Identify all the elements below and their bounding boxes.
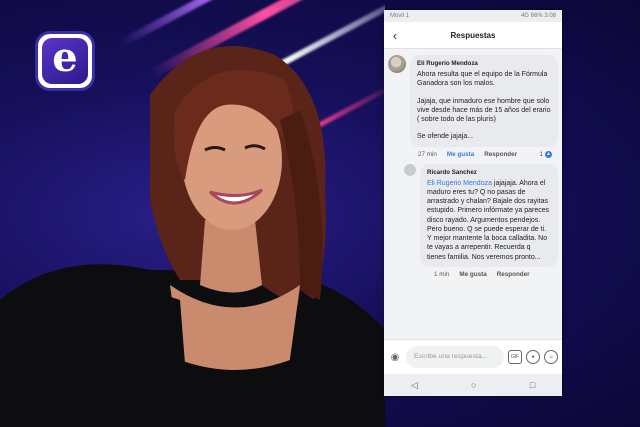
status-bar: Movil 1 4G 66% 3:08 xyxy=(384,10,562,22)
reply-button[interactable]: Responder xyxy=(484,151,517,158)
mention-link[interactable]: Eli Rugerio Mendoza xyxy=(427,180,492,187)
like-reaction-icon: ▲ xyxy=(545,150,552,158)
comment-text: Ahora resulta que el equipo de la Fórmul… xyxy=(417,71,548,88)
phone-screenshot: Movil 1 4G 66% 3:08 ‹ Respuestas Eli Rug… xyxy=(384,10,562,396)
reply-composer: ◉ Escribe una respuesta... GIF ● ☺ xyxy=(384,339,562,374)
comment-bubble: Eli Rugerio Mendoza Ahora resulta que el… xyxy=(410,55,558,147)
app-header: ‹ Respuestas xyxy=(384,22,562,49)
comment-text: Jajaja, que inmaduro ese hombre que solo… xyxy=(417,97,551,124)
reply-button[interactable]: Responder xyxy=(497,271,530,278)
reply-input[interactable]: Escribe una respuesta... xyxy=(406,346,504,368)
nav-home-icon[interactable]: ○ xyxy=(471,380,476,390)
comment-actions: 27 min Me gusta Responder 1 ▲ xyxy=(388,150,558,158)
comment-thread: Eli Rugerio Mendoza Ahora resulta que el… xyxy=(384,49,562,278)
reaction-number: 1 xyxy=(539,150,543,158)
avatar[interactable] xyxy=(388,55,406,73)
logo-letter: e xyxy=(42,38,88,84)
comment-author[interactable]: Ricardo Sanchez xyxy=(427,169,551,177)
background-photo: e xyxy=(0,0,385,427)
comment: Eli Rugerio Mendoza Ahora resulta que el… xyxy=(388,55,558,147)
arrow-left-icon[interactable]: ‹ xyxy=(384,28,406,43)
comment: Ricardo Sanchez Eli Rugerio Mendoza jaja… xyxy=(388,163,558,267)
comment-actions: 1 min Me gusta Responder xyxy=(388,271,558,278)
emoji-icon[interactable]: ☺ xyxy=(544,350,558,364)
like-button[interactable]: Me gusta xyxy=(459,271,486,278)
gif-icon[interactable]: GIF xyxy=(508,350,522,364)
like-button[interactable]: Me gusta xyxy=(447,151,474,158)
comment-time: 27 min xyxy=(418,150,437,158)
nav-recent-icon[interactable]: □ xyxy=(530,380,535,390)
page-title: Respuestas xyxy=(450,30,496,40)
comment-text: Eli Rugerio Mendoza jajajaja. Ahora el m… xyxy=(427,179,550,261)
comment-text: Se ofende jajaja... xyxy=(417,133,474,141)
comment-author[interactable]: Eli Rugerio Mendoza xyxy=(417,60,551,68)
comment-time: 1 min xyxy=(434,270,450,278)
sticker-icon[interactable]: ● xyxy=(526,350,540,364)
comment-bubble: Ricardo Sanchez Eli Rugerio Mendoza jaja… xyxy=(420,163,558,267)
site-logo: e xyxy=(38,34,92,88)
android-nav-bar: ◁ ○ □ xyxy=(384,374,562,396)
status-right: 4G 66% 3:08 xyxy=(520,13,556,19)
status-left: Movil 1 xyxy=(390,13,410,19)
nav-back-icon[interactable]: ◁ xyxy=(411,380,418,391)
camera-icon[interactable]: ◉ xyxy=(388,350,402,364)
avatar[interactable] xyxy=(404,163,416,176)
reaction-count[interactable]: 1 ▲ xyxy=(539,150,552,158)
